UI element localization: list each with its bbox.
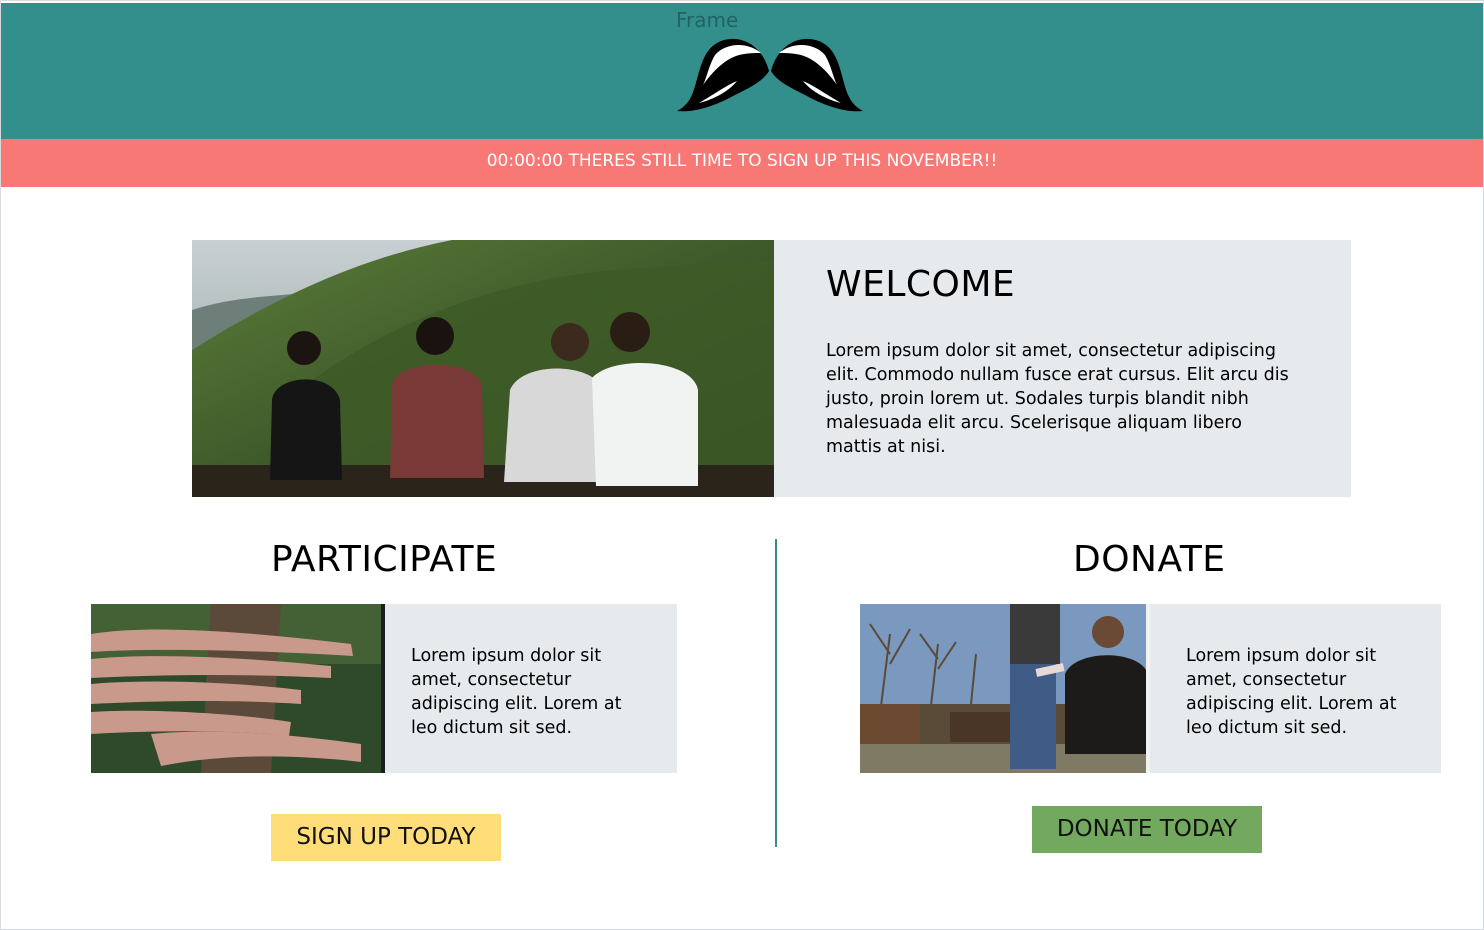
participate-text: Lorem ipsum dolor sit amet, consectetur … (411, 646, 622, 738)
donate-button[interactable]: DONATE TODAY (1032, 806, 1262, 853)
participate-title: PARTICIPATE (271, 539, 498, 580)
countdown-banner: 00:00:00 THERES STILL TIME TO SIGN UP TH… (1, 139, 1483, 187)
friends-on-hill-photo (192, 240, 774, 497)
frame-label: Frame (676, 8, 739, 32)
section-divider (775, 539, 777, 847)
handing-flyer-photo (860, 604, 1150, 773)
welcome-panel: WELCOME Lorem ipsum dolor sit amet, cons… (774, 240, 1351, 497)
page-frame: Frame 00:00:00 THERES STILL TIME TO SIGN… (0, 0, 1484, 930)
welcome-title: WELCOME (826, 264, 1016, 305)
donate-text: Lorem ipsum dolor sit amet, consectetur … (1186, 646, 1397, 738)
participate-panel: Lorem ipsum dolor sit amet, consectetur … (385, 604, 677, 773)
stacked-hands-photo (91, 604, 385, 773)
mustache-logo-icon[interactable] (677, 33, 863, 115)
sign-up-button[interactable]: SIGN UP TODAY (271, 814, 501, 861)
site-header: Frame (1, 3, 1483, 139)
donate-title: DONATE (1073, 539, 1226, 580)
donate-panel: Lorem ipsum dolor sit amet, consectetur … (1150, 604, 1441, 773)
welcome-text: Lorem ipsum dolor sit amet, consectetur … (826, 341, 1289, 457)
